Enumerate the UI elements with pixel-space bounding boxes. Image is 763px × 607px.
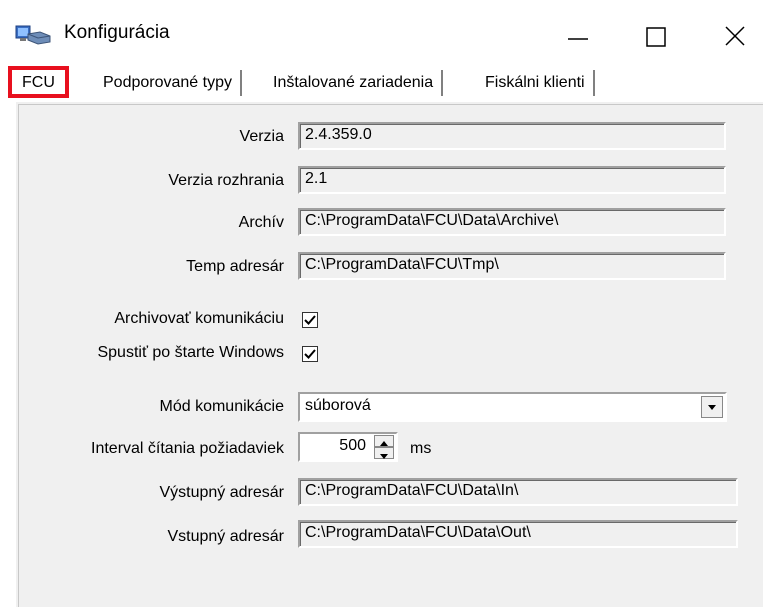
app-icon — [15, 25, 51, 45]
interval-value[interactable]: 500 — [339, 437, 366, 455]
verzia-field: 2.4.359.0 — [298, 122, 726, 150]
verzia-label: Verzia — [239, 128, 284, 145]
spustit-checkbox[interactable] — [302, 346, 318, 362]
mod-komunikacie-label: Mód komunikácie — [159, 398, 285, 415]
mod-komunikacie-value: súborová — [305, 397, 371, 414]
mod-komunikacie-select[interactable]: súborová — [298, 392, 727, 422]
dropdown-button[interactable] — [701, 396, 723, 418]
tab-fcu[interactable]: FCU — [8, 66, 69, 98]
window-title: Konfigurácia — [64, 22, 170, 43]
archiv-label: Archív — [238, 214, 284, 231]
spin-up-button[interactable] — [374, 435, 394, 447]
interval-label: Interval čítania požiadaviek — [91, 440, 284, 457]
close-icon — [725, 26, 745, 46]
dropdown-arrow-icon — [708, 405, 716, 410]
spustit-label: Spustiť po štarte Windows — [97, 344, 284, 361]
tab-label: Fiskálni klienti — [485, 74, 585, 91]
tab-label: FCU — [22, 74, 55, 91]
spin-down-button[interactable] — [374, 447, 394, 459]
vstupny-adresar-label: Vstupný adresár — [167, 528, 284, 545]
vstupny-adresar-field: C:\ProgramData\FCU\Data\Out\ — [298, 520, 738, 548]
archivovat-label: Archivovať komunikáciu — [114, 310, 284, 327]
tab-instalovane-zariadenia[interactable]: Inštalované zariadenia — [265, 70, 444, 96]
checkmark-icon — [304, 349, 316, 359]
vystupny-adresar-field: C:\ProgramData\FCU\Data\In\ — [298, 478, 738, 506]
interval-unit: ms — [410, 440, 432, 457]
tab-label: Podporované typy — [103, 74, 232, 91]
close-button[interactable] — [705, 12, 763, 56]
minimize-button[interactable] — [550, 12, 610, 56]
vystupny-adresar-label: Výstupný adresár — [159, 484, 284, 501]
title-bar[interactable]: Konfigurácia — [0, 0, 763, 62]
interval-spinner[interactable]: 500 — [298, 432, 398, 462]
archiv-field: C:\ProgramData\FCU\Data\Archive\ — [298, 208, 726, 236]
spin-down-icon — [380, 454, 388, 459]
archivovat-checkbox[interactable] — [302, 312, 318, 328]
maximize-icon — [646, 27, 666, 47]
config-window: Konfigurácia FCU Podporované typy Inštal… — [0, 0, 763, 607]
checkmark-icon — [304, 315, 316, 325]
maximize-button[interactable] — [625, 12, 685, 56]
tab-podporovane-typy[interactable]: Podporované typy — [95, 70, 242, 96]
tab-strip: FCU Podporované typy Inštalované zariade… — [8, 66, 763, 100]
verzia-rozhrania-label: Verzia rozhrania — [168, 172, 284, 189]
tab-label: Inštalované zariadenia — [273, 74, 434, 91]
temp-adresar-field: C:\ProgramData\FCU\Tmp\ — [298, 252, 726, 280]
minimize-icon — [568, 38, 588, 40]
temp-adresar-label: Temp adresár — [186, 258, 284, 275]
tab-fiskalni-klienti[interactable]: Fiskálni klienti — [477, 70, 595, 96]
verzia-rozhrania-field: 2.1 — [298, 166, 726, 194]
